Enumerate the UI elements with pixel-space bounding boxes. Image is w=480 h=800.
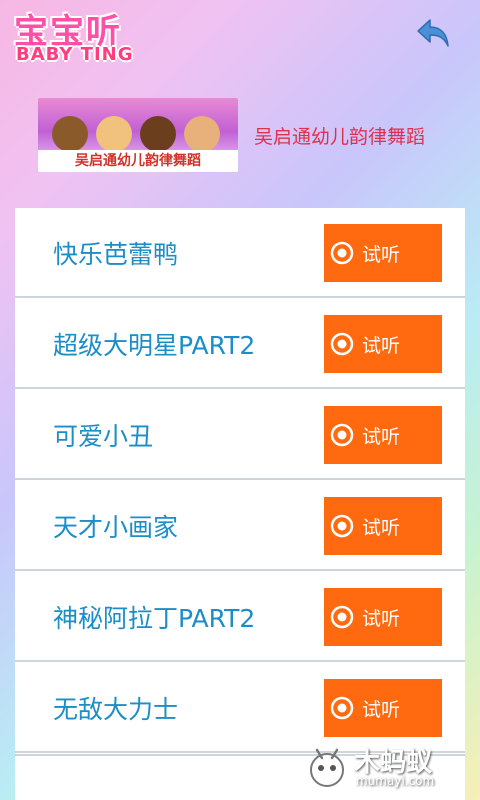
listen-button[interactable]: 试听 — [324, 224, 442, 282]
logo-english: BABY TING — [16, 44, 134, 65]
song-title: 神秘阿拉丁PART2 — [53, 604, 256, 633]
watermark-url: mumayi.com — [356, 774, 435, 788]
song-row[interactable]: 天才小画家 试听 — [15, 481, 465, 571]
song-row[interactable]: 神秘阿拉丁PART2 试听 — [15, 572, 465, 662]
cover-figure — [184, 116, 220, 152]
cover-figure — [140, 116, 176, 152]
back-arrow-icon — [417, 19, 449, 47]
cover-figure — [96, 116, 132, 152]
album-cover-caption: 吴启通幼儿韵律舞蹈 — [38, 150, 238, 172]
listen-button[interactable]: 试听 — [324, 679, 442, 737]
song-title: 天才小画家 — [53, 513, 179, 542]
song-title: 超级大明星PART2 — [53, 331, 256, 360]
listen-button-label: 试听 — [362, 245, 401, 266]
watermark: 木蚂蚁 mumayi.com — [302, 738, 472, 798]
cover-figure — [52, 116, 88, 152]
listen-button[interactable]: 试听 — [324, 588, 442, 646]
listen-button-label: 试听 — [362, 609, 401, 630]
song-title: 快乐芭蕾鸭 — [53, 240, 179, 269]
song-title: 无敌大力士 — [53, 695, 179, 724]
speaker-icon — [330, 332, 354, 356]
listen-button-label: 试听 — [362, 427, 401, 448]
listen-button-label: 试听 — [362, 518, 401, 539]
song-row[interactable]: 超级大明星PART2 试听 — [15, 299, 465, 389]
speaker-icon — [330, 514, 354, 538]
speaker-icon — [330, 423, 354, 447]
song-list: 快乐芭蕾鸭 试听 超级大明星PART2 试听 可爱小丑 试听 天才小画家 试听 … — [15, 208, 465, 800]
speaker-icon — [330, 241, 354, 265]
app-logo: 宝宝听 BABY TING — [14, 4, 134, 70]
header: 宝宝听 BABY TING — [0, 0, 480, 78]
album-cover: 吴启通幼儿韵律舞蹈 — [38, 98, 238, 172]
song-title: 可爱小丑 — [53, 422, 154, 451]
ant-logo-icon — [310, 748, 344, 787]
speaker-icon — [330, 696, 354, 720]
song-row[interactable]: 快乐芭蕾鸭 试听 — [15, 208, 465, 298]
listen-button[interactable]: 试听 — [324, 406, 442, 464]
listen-button[interactable]: 试听 — [324, 315, 442, 373]
album-title: 吴启通幼儿韵律舞蹈 — [254, 126, 426, 148]
back-button[interactable] — [414, 14, 454, 54]
song-row[interactable]: 可爱小丑 试听 — [15, 390, 465, 480]
listen-button-label: 试听 — [362, 700, 401, 721]
listen-button-label: 试听 — [362, 336, 401, 357]
speaker-icon — [330, 605, 354, 629]
listen-button[interactable]: 试听 — [324, 497, 442, 555]
